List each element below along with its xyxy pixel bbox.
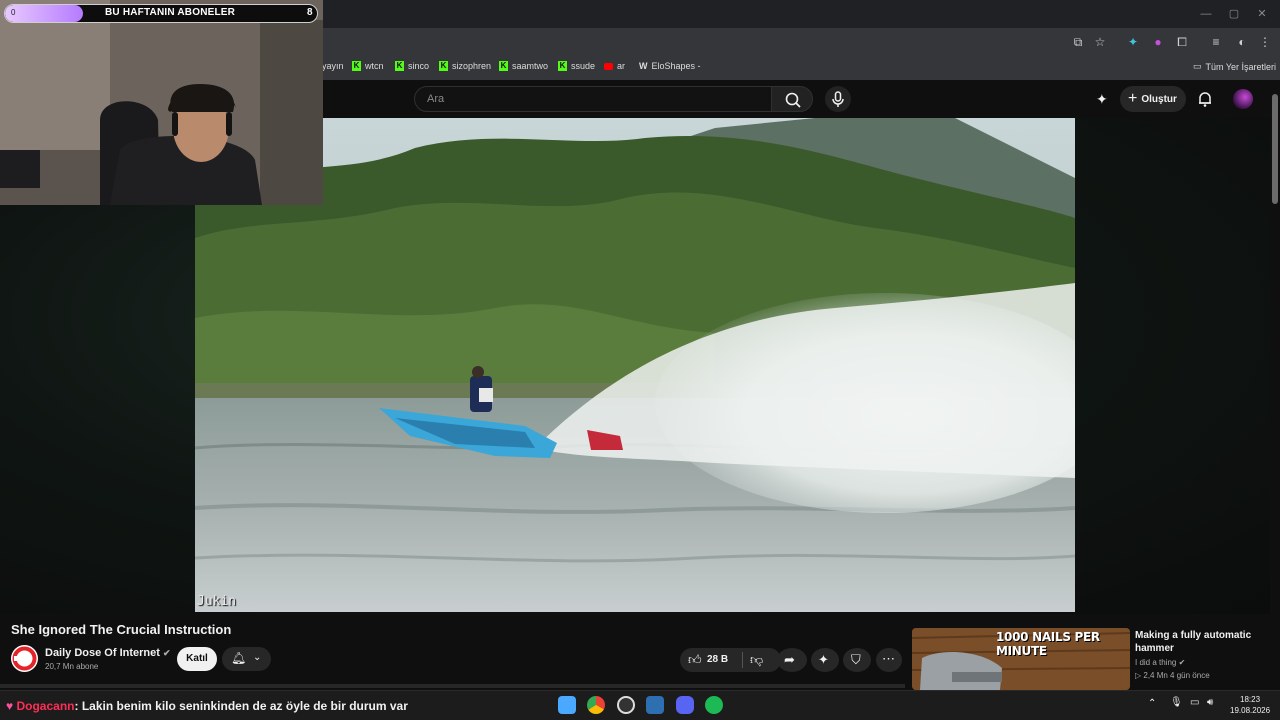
all-bookmarks-folder[interactable]: ▭ Tüm Yer İşaretleri <box>1193 61 1276 72</box>
folder-icon: ▭ <box>1193 61 1202 71</box>
search-button[interactable] <box>771 86 813 112</box>
bookmark-star-icon[interactable]: ☆ <box>1092 34 1108 50</box>
dislike-button[interactable]: 👎︎ <box>750 652 763 668</box>
media-control-icon[interactable]: ≡ <box>1208 34 1224 50</box>
save-button[interactable]: ⛉ <box>843 648 871 672</box>
recommendation-title[interactable]: Making a fully automatic hammer <box>1135 629 1270 655</box>
install-app-icon[interactable]: ⧉ <box>1070 34 1086 50</box>
create-button[interactable]: + Oluştur <box>1120 86 1186 112</box>
bell-icon <box>1199 92 1211 107</box>
chat-badge-icon: ♥ <box>6 699 14 713</box>
clock-date: 19.08.2026 <box>1230 706 1271 715</box>
more-horizontal-icon: ⋯ <box>882 651 895 666</box>
subscriber-goal-fill <box>5 5 83 22</box>
kick-icon: K <box>395 61 404 71</box>
recommendation-channel[interactable]: I did a thing ✔ <box>1135 658 1185 667</box>
video-frame <box>195 118 1075 612</box>
channel-subscribers: 20,7 Mn abone <box>45 662 99 671</box>
bookmark-item[interactable]: Kwtcn <box>352 61 384 71</box>
webcam-feed <box>0 0 323 205</box>
recommendation-thumbnail[interactable]: 1000 NAILS PER MINUTE <box>912 628 1130 690</box>
chrome-icon[interactable] <box>587 696 605 714</box>
video-title: She Ignored The Crucial Instruction <box>11 622 232 637</box>
eloshapes-icon: W <box>639 61 648 71</box>
menu-kebab-icon[interactable]: ⋮ <box>1257 34 1273 50</box>
bookmark-item[interactable]: Ksizophren <box>439 61 491 71</box>
verified-icon: ✔ <box>162 648 171 658</box>
search-input[interactable]: Ara <box>414 86 772 112</box>
like-button[interactable]: 👍︎ <box>688 652 702 668</box>
extension-icon[interactable]: ● <box>1150 34 1166 50</box>
subscriber-goal-label: BU HAFTANIN ABONELER <box>105 7 236 18</box>
share-icon: ➦ <box>784 652 795 667</box>
channel-logo-icon <box>12 646 37 671</box>
description-box-edge <box>0 684 905 688</box>
plus-icon: + <box>1128 90 1138 107</box>
subscriber-goal-start: 0 <box>11 8 16 17</box>
display-tray-icon[interactable]: ▭ <box>1190 697 1199 708</box>
maximize-icon[interactable]: ▢ <box>1226 6 1242 22</box>
bell-icon: 🔔︎ <box>231 651 247 665</box>
discord-icon[interactable] <box>676 696 694 714</box>
bookmark-item[interactable]: W EloShapes - <box>639 61 701 71</box>
video-watermark: Jukin <box>197 594 237 609</box>
account-avatar[interactable] <box>1233 89 1253 109</box>
premium-gift-icon[interactable]: ✦ <box>1096 91 1112 107</box>
join-button[interactable]: Katıl <box>177 647 217 671</box>
obs-icon[interactable] <box>617 696 635 714</box>
more-actions-button[interactable]: ⋯ <box>876 648 902 672</box>
bookmark-item[interactable]: Kssude <box>558 61 595 71</box>
share-button[interactable]: ➦ <box>777 648 807 672</box>
extensions-puzzle-icon[interactable]: ⧠ <box>1174 34 1190 50</box>
kick-icon: K <box>439 61 448 71</box>
kick-icon: K <box>352 61 361 71</box>
bookmark-item[interactable]: yayın <box>322 61 344 71</box>
extension-icon[interactable]: ✦ <box>1125 34 1141 50</box>
divider <box>742 652 743 668</box>
notifications-button[interactable] <box>1196 90 1214 108</box>
minimize-icon[interactable]: — <box>1198 6 1214 22</box>
close-icon[interactable]: ✕ <box>1254 6 1270 22</box>
create-label: Oluştur <box>1141 93 1177 105</box>
subscriber-goal-count: 8 <box>307 7 313 18</box>
like-dislike-group: 👍︎ 28 B 👎︎ <box>680 648 781 672</box>
like-count: 28 B <box>707 654 729 665</box>
microphone-icon <box>832 91 844 107</box>
channel-name[interactable]: Daily Dose Of Internet ✔ <box>45 647 171 659</box>
youtube-icon <box>604 62 613 70</box>
ask-ai-button[interactable]: ✦ <box>811 648 839 672</box>
chevron-down-icon: ⌄ <box>253 652 262 663</box>
volume-icon[interactable]: 🔊︎ <box>1207 697 1213 708</box>
channel-avatar[interactable] <box>11 645 38 672</box>
subscriber-goal-bar: 0 BU HAFTANIN ABONELER 8 <box>4 4 318 23</box>
system-clock[interactable]: 18:23 19.08.2026 <box>1230 694 1270 716</box>
bookmark-item[interactable]: Ksaamtwo <box>499 61 548 71</box>
clock-time: 18:23 <box>1240 695 1261 704</box>
chat-username: Dogacann <box>16 699 75 713</box>
chat-text: : Lakin benim kilo seninkinden de az öyl… <box>74 699 408 713</box>
verified-icon: ✔ <box>1178 658 1186 667</box>
sparkle-icon: ✦ <box>818 652 829 667</box>
recommendation-meta: ▷ 2,4 Mn 4 gün önce <box>1135 671 1210 680</box>
page-scrollbar-thumb[interactable] <box>1272 94 1278 204</box>
kick-icon: K <box>558 61 567 71</box>
bookmark-item[interactable]: ar <box>604 61 625 71</box>
stream-chat-message: ♥ Dogacann: Lakin benim kilo seninkinden… <box>6 699 408 713</box>
app-icon[interactable] <box>646 696 664 714</box>
video-player[interactable]: Jukin <box>195 118 1075 612</box>
bookmark-item[interactable]: Ksinco <box>395 61 429 71</box>
spotify-icon[interactable] <box>705 696 723 714</box>
profile-icon[interactable]: ◐ <box>1234 34 1250 50</box>
tray-chevron-icon[interactable]: ⌃ <box>1148 698 1156 709</box>
windows-start-icon[interactable] <box>558 696 576 714</box>
voice-search-button[interactable] <box>825 86 851 112</box>
bookmark-icon: ⛉ <box>851 652 861 667</box>
webcam-overlay <box>0 0 323 205</box>
thumbnail-text: 1000 NAILS PER MINUTE <box>996 630 1100 658</box>
search-icon <box>785 92 801 108</box>
subscription-bell-button[interactable]: 🔔︎ ⌄ <box>222 647 271 671</box>
microphone-tray-icon[interactable]: 🎙︎ <box>1170 697 1183 708</box>
kick-icon: K <box>499 61 508 71</box>
